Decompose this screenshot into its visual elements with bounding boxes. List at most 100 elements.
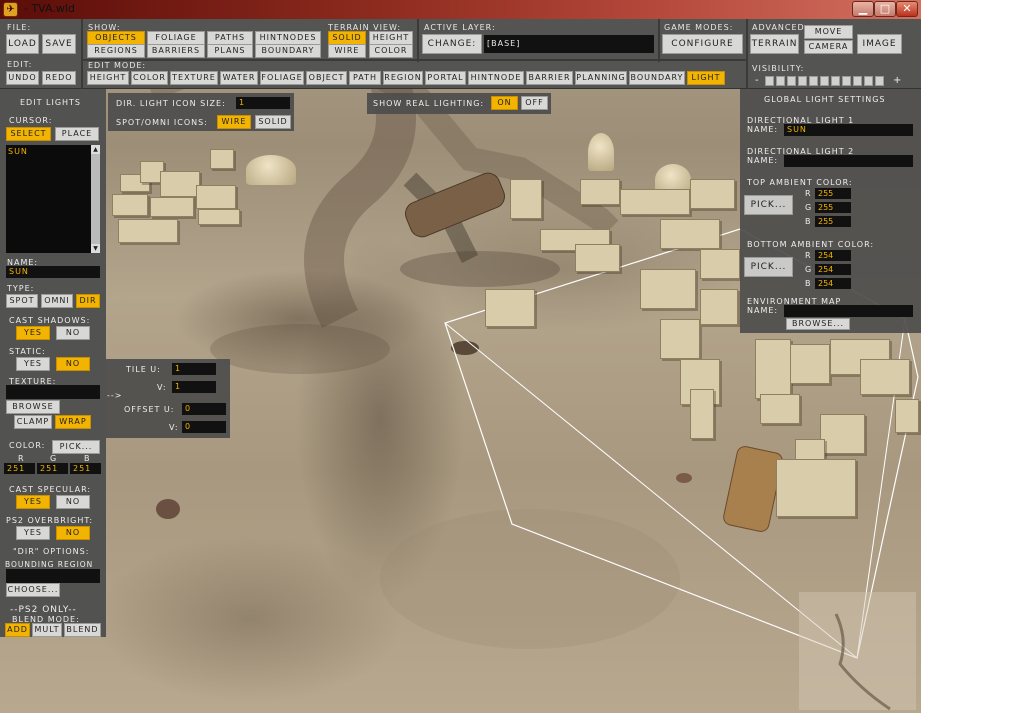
cast-shadows-no[interactable]: No [56, 326, 90, 340]
redo-button[interactable]: Redo [42, 71, 76, 85]
light-list[interactable]: sun ▲ ▼ [6, 145, 100, 253]
show-boundary-button[interactable]: Boundary [255, 44, 321, 58]
configure-button[interactable]: Configure [662, 34, 743, 54]
static-yes[interactable]: Yes [16, 357, 50, 371]
light-list-item[interactable]: sun [8, 147, 28, 156]
undo-button[interactable]: Undo [6, 71, 39, 85]
real-lighting-on[interactable]: On [491, 96, 518, 110]
visibility-step[interactable] [864, 76, 873, 86]
texture-field[interactable] [6, 385, 100, 399]
show-regions-button[interactable]: Regions [87, 44, 145, 58]
visibility-step[interactable] [787, 76, 796, 86]
choose-button[interactable]: Choose... [6, 583, 60, 597]
list-scrollbar[interactable]: ▲ ▼ [91, 145, 100, 253]
terrain-wire-button[interactable]: Wire [328, 44, 366, 58]
visibility-step[interactable] [798, 76, 807, 86]
visibility-plus[interactable]: + [893, 75, 902, 86]
ps2-overbright-yes[interactable]: Yes [16, 526, 50, 540]
terrain-color-button[interactable]: Color [369, 44, 413, 58]
color-b-field[interactable]: 251 [70, 463, 101, 474]
visibility-step[interactable] [853, 76, 862, 86]
load-button[interactable]: Load [6, 34, 39, 54]
bot-g-field[interactable]: 254 [815, 264, 851, 275]
move-button[interactable]: Move [804, 25, 853, 39]
offset-v-field[interactable]: 0 [182, 421, 226, 433]
close-button[interactable]: ✕ [896, 1, 918, 17]
color-r-field[interactable]: 251 [4, 463, 35, 474]
type-dir-button[interactable]: Dir [76, 294, 100, 308]
edit-mode-height-button[interactable]: Height [87, 71, 129, 85]
real-lighting-off[interactable]: Off [521, 96, 548, 110]
visibility-step[interactable] [809, 76, 818, 86]
active-layer-field[interactable]: [Base] [484, 35, 654, 53]
bot-b-field[interactable]: 254 [815, 278, 851, 289]
offset-u-field[interactable]: 0 [182, 403, 226, 415]
edit-mode-boundary-button[interactable]: Boundary [629, 71, 685, 85]
visibility-minus[interactable]: - [755, 75, 760, 86]
edit-mode-portal-button[interactable]: Portal [425, 71, 466, 85]
bot-r-field[interactable]: 254 [815, 250, 851, 261]
env-name-field[interactable] [784, 305, 913, 317]
cursor-place-button[interactable]: Place [55, 127, 99, 141]
bounding-region-field[interactable] [6, 569, 100, 583]
visibility-step[interactable] [765, 76, 774, 86]
show-objects-button[interactable]: Objects [87, 31, 145, 45]
icons-wire-button[interactable]: Wire [217, 115, 251, 129]
color-pick-button[interactable]: Pick... [52, 440, 100, 454]
icons-solid-button[interactable]: Solid [255, 115, 291, 129]
scroll-down-icon[interactable]: ▼ [91, 244, 100, 253]
wrap-button[interactable]: Wrap [55, 415, 91, 429]
top-r-field[interactable]: 255 [815, 188, 851, 199]
static-no[interactable]: No [56, 357, 90, 371]
edit-mode-path-button[interactable]: Path [349, 71, 381, 85]
edit-mode-light-button[interactable]: Light [687, 71, 725, 85]
camera-button[interactable]: Camera [804, 40, 853, 54]
visibility-step[interactable] [842, 76, 851, 86]
dl1-name-field[interactable]: sun [784, 124, 913, 136]
top-g-field[interactable]: 255 [815, 202, 851, 213]
show-plans-button[interactable]: Plans [207, 44, 253, 58]
top-b-field[interactable]: 255 [815, 216, 851, 227]
edit-mode-foliage-button[interactable]: Foliage [260, 71, 304, 85]
blend-blend-button[interactable]: Blend [64, 623, 101, 637]
blend-add-button[interactable]: Add [5, 623, 30, 637]
image-button[interactable]: Image [857, 34, 902, 54]
edit-mode-barrier-button[interactable]: Barrier [526, 71, 573, 85]
edit-mode-water-button[interactable]: Water [220, 71, 258, 85]
cast-shadows-yes[interactable]: Yes [16, 326, 50, 340]
visibility-step[interactable] [875, 76, 884, 86]
scroll-up-icon[interactable]: ▲ [91, 145, 100, 154]
edit-mode-hintnode-button[interactable]: HintNode [468, 71, 524, 85]
terrain-solid-button[interactable]: Solid [328, 31, 366, 45]
terrain-height-button[interactable]: Height [369, 31, 413, 45]
minimize-button[interactable]: ▁ [852, 1, 874, 17]
show-paths-button[interactable]: Paths [207, 31, 253, 45]
show-barriers-button[interactable]: Barriers [147, 44, 205, 58]
edit-mode-color-button[interactable]: Color [131, 71, 168, 85]
visibility-step[interactable] [820, 76, 829, 86]
visibility-step[interactable] [831, 76, 840, 86]
edit-mode-region-button[interactable]: Region [383, 71, 423, 85]
save-button[interactable]: Save [42, 34, 76, 54]
type-omni-button[interactable]: Omni [41, 294, 73, 308]
icon-size-field[interactable]: 1 [236, 97, 290, 109]
ps2-overbright-no[interactable]: No [56, 526, 90, 540]
bottom-ambient-pick[interactable]: Pick... [744, 257, 793, 277]
tile-v-field[interactable]: 1 [172, 381, 216, 393]
edit-mode-texture-button[interactable]: Texture [170, 71, 218, 85]
edit-mode-object-button[interactable]: Object [306, 71, 347, 85]
top-ambient-pick[interactable]: Pick... [744, 195, 793, 215]
show-hintnodes-button[interactable]: HintNodes [255, 31, 321, 45]
clamp-button[interactable]: Clamp [14, 415, 52, 429]
light-name-field[interactable]: sun [6, 266, 100, 278]
cast-specular-yes[interactable]: Yes [16, 495, 50, 509]
type-spot-button[interactable]: Spot [6, 294, 38, 308]
blend-mult-button[interactable]: Mult [32, 623, 62, 637]
show-foliage-button[interactable]: Foliage [147, 31, 205, 45]
visibility-step[interactable] [776, 76, 785, 86]
env-browse-button[interactable]: Browse... [786, 318, 850, 330]
edit-mode-planning-button[interactable]: Planning [575, 71, 627, 85]
maximize-button[interactable]: □ [874, 1, 896, 17]
cast-specular-no[interactable]: No [56, 495, 90, 509]
tile-u-field[interactable]: 1 [172, 363, 216, 375]
